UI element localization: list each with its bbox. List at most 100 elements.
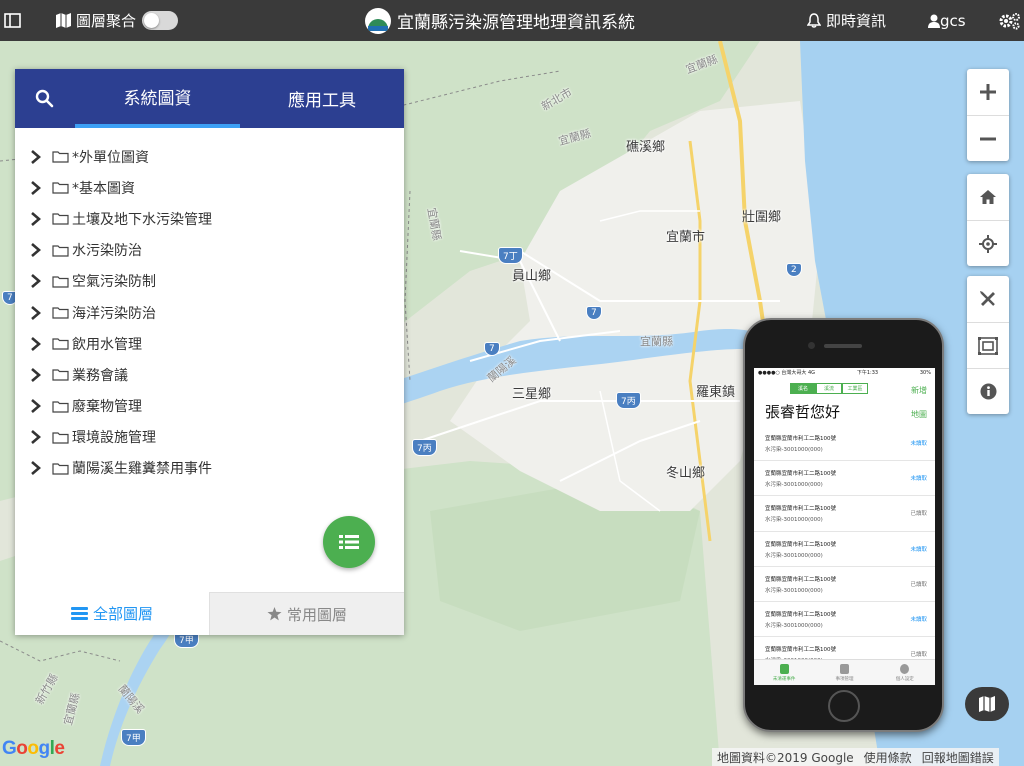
tab-system-layers[interactable]: 系統圖資 — [75, 69, 240, 128]
event-list-item[interactable]: 宜蘭縣宜蘭市利工二路100號 水污染-3001000(000) 未讀取 — [754, 426, 935, 462]
favorite-layers-tab[interactable]: 常用圖層 — [209, 592, 404, 635]
layer-folder-item[interactable]: 水污染防治 — [30, 235, 212, 266]
chevron-right-icon[interactable] — [30, 461, 46, 476]
segment-item[interactable]: 溪名 — [790, 383, 816, 394]
basemap-switch-button[interactable] — [965, 687, 1009, 721]
folder-icon — [52, 400, 69, 413]
home-button[interactable] — [967, 174, 1009, 220]
route-shield: 2 — [786, 263, 802, 277]
town-label: 三星鄉 — [512, 387, 552, 402]
town-label: 壯圍鄉 — [742, 210, 782, 225]
chevron-right-icon[interactable] — [30, 305, 46, 320]
folder-icon — [52, 368, 69, 382]
zoom-in-button[interactable] — [967, 69, 1009, 115]
ruler-pencil-icon — [979, 290, 997, 308]
phone-tab[interactable]: 個人設定 — [875, 660, 935, 685]
event-list-item[interactable]: 宜蘭縣宜蘭市利工二路100號 水污染-3001000(000) 未讀取 — [754, 461, 935, 497]
realtime-info-button[interactable]: 即時資訊 — [807, 0, 886, 41]
sidebar-toggle-icon[interactable] — [4, 0, 24, 41]
route-shield: 7 — [586, 306, 602, 320]
segment-item[interactable]: 溪流 — [816, 383, 842, 394]
zoom-out-button[interactable] — [967, 115, 1009, 161]
event-list-item[interactable]: 宜蘭縣宜蘭市利工二路100號 水污染-3001000(000) 未讀取 — [754, 532, 935, 567]
chevron-right-icon[interactable] — [30, 274, 46, 289]
layer-folder-item[interactable]: 飲用水管理 — [30, 328, 212, 359]
chevron-right-icon[interactable] — [30, 149, 46, 164]
read-status: 未讀取 — [910, 546, 927, 553]
layer-merge-control[interactable]: 圖層聚合 — [55, 0, 179, 41]
chevron-right-icon[interactable] — [30, 180, 46, 195]
bell-icon — [807, 13, 821, 28]
zoom-control — [967, 69, 1009, 161]
all-layers-tab[interactable]: 全部圖層 — [15, 592, 209, 635]
event-list-item[interactable]: 宜蘭縣宜蘭市利工二路100號 水污染-3001000(000) 未讀取 — [754, 602, 935, 638]
folder-icon — [52, 337, 69, 350]
layer-folder-item[interactable]: 海洋污染防治 — [30, 297, 212, 328]
phone-status-bar: ●●●●○ 台灣大哥大 4G 下午1:33 30% — [754, 368, 935, 377]
read-status: 未讀取 — [910, 476, 927, 483]
phone-tab-label: 個人設定 — [895, 676, 914, 682]
read-status: 未讀取 — [910, 441, 927, 447]
event-address: 宜蘭縣宜蘭市利工二路100號 — [765, 471, 836, 478]
panel-footer: 全部圖層 常用圖層 — [15, 592, 404, 635]
phone-event-list: 宜蘭縣宜蘭市利工二路100號 水污染-3001000(000) 未讀取 宜蘭縣宜蘭市利… — [754, 426, 935, 673]
locate-button[interactable] — [967, 220, 1009, 266]
layer-folder-label: 飲用水管理 — [72, 336, 142, 353]
crosshair-icon — [979, 234, 997, 253]
system-title-text: 宜蘭縣污染源管理地理資訊系統 — [397, 13, 635, 33]
extent-button[interactable] — [967, 322, 1009, 368]
phone-speaker — [824, 344, 862, 348]
top-bar: 圖層聚合 宜蘭縣污染源管理地理資訊系統 即時資訊 gcs — [0, 0, 1024, 41]
folder-icon — [52, 462, 69, 475]
layer-folder-item[interactable]: 環境設施管理 — [30, 422, 212, 453]
google-logo[interactable]: Google — [2, 738, 65, 760]
chevron-right-icon[interactable] — [30, 336, 46, 351]
phone-screen: ●●●●○ 台灣大哥大 4G 下午1:33 30% 溪名 溪流 工業區 新增 張… — [754, 368, 935, 685]
tools-control — [967, 276, 1009, 414]
user-icon — [928, 14, 940, 28]
town-label: 冬山鄉 — [666, 466, 706, 481]
chevron-right-icon[interactable] — [30, 430, 46, 445]
layer-folder-label: 蘭陽溪生雞糞禁用事件 — [72, 461, 212, 478]
layer-folder-item[interactable]: *外單位圖資 — [30, 141, 212, 172]
all-layers-label: 全部圖層 — [92, 605, 153, 623]
phone-new-button[interactable]: 新增 — [911, 385, 927, 396]
layer-folder-item[interactable]: *基本圖資 — [30, 172, 212, 203]
tab-application-tools[interactable]: 應用工具 — [240, 69, 404, 128]
layer-merge-toggle[interactable] — [142, 11, 179, 30]
event-address: 宜蘭縣宜蘭市利工二路100號 — [765, 436, 836, 442]
route-shield: 7 — [484, 342, 500, 356]
chevron-right-icon[interactable] — [30, 367, 46, 382]
user-name: gcs — [940, 11, 966, 30]
phone-tab[interactable]: 事項管理 — [814, 660, 874, 685]
layer-folder-item[interactable]: 業務會議 — [30, 359, 212, 390]
measure-tool-button[interactable] — [967, 276, 1009, 322]
user-menu[interactable]: gcs — [928, 0, 966, 41]
chevron-right-icon[interactable] — [30, 211, 46, 226]
layer-list-fab[interactable] — [323, 516, 375, 568]
time-text: 下午1:33 — [856, 370, 879, 376]
layer-folder-item[interactable]: 蘭陽溪生雞糞禁用事件 — [30, 453, 212, 484]
town-label: 礁溪鄉 — [626, 140, 666, 155]
segment-item[interactable]: 工業區 — [842, 383, 868, 394]
route-shield: 7丙 — [616, 392, 641, 409]
phone-tab-label: 未清運事件 — [772, 676, 796, 682]
map-icon — [978, 696, 996, 712]
phone-map-button[interactable]: 地圖 — [911, 409, 927, 420]
system-title: 宜蘭縣污染源管理地理資訊系統 — [365, 0, 635, 41]
info-button[interactable] — [967, 368, 1009, 414]
report-error-link[interactable]: 回報地圖錯誤 — [917, 749, 999, 766]
layer-folder-item[interactable]: 土壤及地下水污染管理 — [30, 203, 212, 234]
layer-folder-item[interactable]: 廢棄物管理 — [30, 391, 212, 422]
event-list-item[interactable]: 宜蘭縣宜蘭市利工二路100號水污染-3001000(000) 已讀取 — [754, 567, 935, 602]
phone-tab[interactable]: 未清運事件 — [754, 660, 814, 685]
settings-icon[interactable] — [999, 0, 1021, 41]
layer-folder-item[interactable]: 空氣污染防制 — [30, 266, 212, 297]
read-status: 已讀取 — [910, 511, 927, 518]
person-icon — [900, 663, 910, 674]
search-icon[interactable] — [35, 89, 54, 112]
terms-link[interactable]: 使用條款 — [859, 749, 917, 766]
chevron-right-icon[interactable] — [30, 243, 46, 258]
chevron-right-icon[interactable] — [30, 399, 46, 414]
event-list-item[interactable]: 宜蘭縣宜蘭市利工二路100號水污染-3001000(000) 已讀取 — [754, 496, 935, 532]
